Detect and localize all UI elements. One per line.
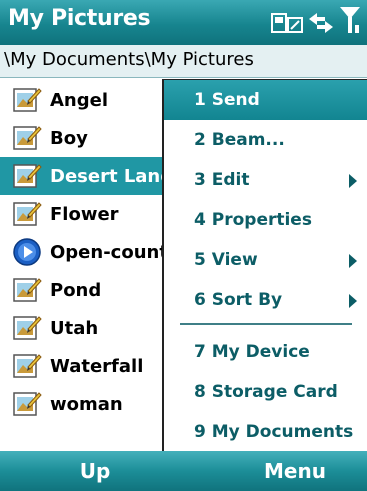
- title-bar: My Pictures: [0, 0, 367, 45]
- file-item-angel[interactable]: Angel: [0, 81, 170, 119]
- file-name: woman: [50, 393, 123, 415]
- menu-item-label: 4 Properties: [194, 210, 312, 230]
- file-item-woman[interactable]: woman: [0, 385, 170, 423]
- picture-icon: [13, 354, 42, 378]
- menu-item-label: 2 Beam...: [194, 130, 285, 150]
- menu-item-beam[interactable]: 2 Beam...: [164, 120, 367, 160]
- picture-icon: [13, 88, 42, 112]
- file-name: Waterfall: [50, 355, 144, 377]
- picture-icon: [13, 202, 42, 226]
- file-name: Pond: [50, 279, 102, 301]
- file-name: Boy: [50, 127, 88, 149]
- menu-item-my-device[interactable]: 7 My Device: [164, 332, 367, 372]
- menu-separator: [180, 323, 352, 325]
- submenu-arrow-icon: [349, 294, 357, 308]
- signal-strength-icon[interactable]: [339, 5, 361, 39]
- status-icons: [271, 5, 361, 39]
- file-item-desert-landscape[interactable]: Desert Landscape: [0, 157, 170, 195]
- menu-item-send[interactable]: 1 Send: [164, 80, 367, 120]
- menu-item-edit[interactable]: 3 Edit: [164, 160, 367, 200]
- window-title: My Pictures: [8, 6, 151, 31]
- file-name: Flower: [50, 203, 119, 225]
- media-player-icon: [13, 238, 41, 266]
- picture-icon: [13, 126, 42, 150]
- menu-item-view[interactable]: 5 View: [164, 240, 367, 280]
- soft-key-bar: Up Menu: [0, 451, 367, 491]
- folder-path: \My Documents\My Pictures: [0, 45, 367, 78]
- menu-item-label: 9 My Documents: [194, 422, 354, 442]
- picture-icon: [13, 164, 42, 188]
- menu-item-my-documents[interactable]: 9 My Documents: [164, 412, 367, 452]
- menu-item-label: 1 Send: [194, 90, 260, 110]
- menu-item-label: 5 View: [194, 250, 258, 270]
- picture-icon: [13, 392, 42, 416]
- menu-item-label: 6 Sort By: [194, 290, 283, 310]
- menu-item-sort-by[interactable]: 6 Sort By: [164, 280, 367, 320]
- file-name: Angel: [50, 89, 109, 111]
- submenu-arrow-icon: [349, 254, 357, 268]
- file-name: Desert Landscape: [50, 165, 170, 187]
- up-softkey[interactable]: Up: [40, 455, 150, 487]
- menu-item-label: 3 Edit: [194, 170, 250, 190]
- file-item-pond[interactable]: Pond: [0, 271, 170, 309]
- file-item-open-county[interactable]: Open-county: [0, 233, 170, 271]
- connectivity-icon[interactable]: [271, 11, 303, 39]
- picture-icon: [13, 278, 42, 302]
- menu-item-label: 8 Storage Card: [194, 382, 338, 402]
- submenu-arrow-icon: [349, 174, 357, 188]
- menu-item-label: 7 My Device: [194, 342, 310, 362]
- menu-softkey[interactable]: Menu: [240, 455, 350, 487]
- file-item-waterfall[interactable]: Waterfall: [0, 347, 170, 385]
- menu-item-properties[interactable]: 4 Properties: [164, 200, 367, 240]
- file-name: Open-county: [50, 241, 170, 263]
- file-name: Utah: [50, 317, 99, 339]
- picture-icon: [13, 316, 42, 340]
- data-transfer-icon[interactable]: [307, 11, 335, 39]
- menu-item-storage-card[interactable]: 8 Storage Card: [164, 372, 367, 412]
- file-item-utah[interactable]: Utah: [0, 309, 170, 347]
- file-item-flower[interactable]: Flower: [0, 195, 170, 233]
- file-item-boy[interactable]: Boy: [0, 119, 170, 157]
- context-menu: 1 Send 2 Beam... 3 Edit 4 Properties 5 V…: [162, 79, 367, 451]
